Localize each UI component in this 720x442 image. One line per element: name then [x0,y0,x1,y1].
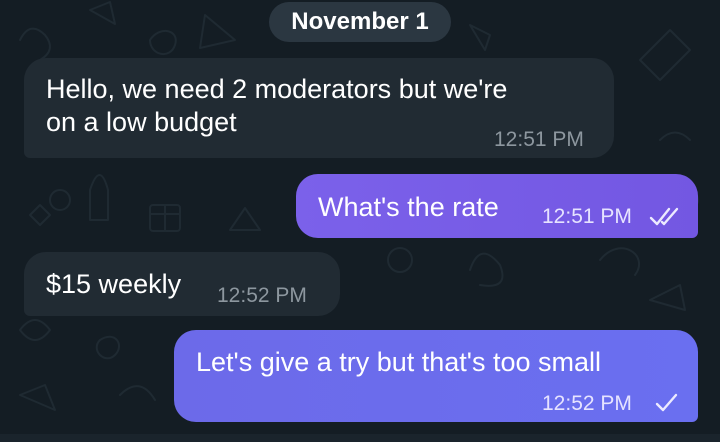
message-text-line: $15 weekly [46,269,182,299]
message-bubble-incoming[interactable]: $15 weekly 12:52 PM [24,252,340,316]
single-check-icon [655,393,678,412]
message-time: 12:51 PM [494,128,584,151]
message-bubble-outgoing[interactable]: Let's give a try but that's too small 12… [174,330,698,422]
message-time: 12:52 PM [542,392,632,415]
message-text-line: on a low budget [46,107,237,137]
message-bubble-outgoing[interactable]: What's the rate 12:51 PM [296,174,698,238]
chat-history[interactable]: November 1 Hello, we need 2 moderators b… [0,0,720,442]
message-time: 12:52 PM [217,284,307,307]
message-text-line: Let's give a try but that's too small [196,347,601,377]
message-bubble-incoming[interactable]: Hello, we need 2 moderators but we're on… [24,58,614,158]
message-text-line: Hello, we need 2 moderators but we're [46,74,508,104]
message-text: Hello, we need 2 moderators but we're on… [46,73,507,139]
message-text-line: What's the rate [318,192,499,222]
message-text: Let's give a try but that's too small [196,346,601,379]
message-text: What's the rate [318,191,499,224]
date-separator: November 1 [269,2,451,42]
message-text: $15 weekly [46,268,181,301]
bottom-bar-edge [0,434,720,442]
message-time: 12:51 PM [542,205,632,228]
double-check-icon [649,207,679,226]
